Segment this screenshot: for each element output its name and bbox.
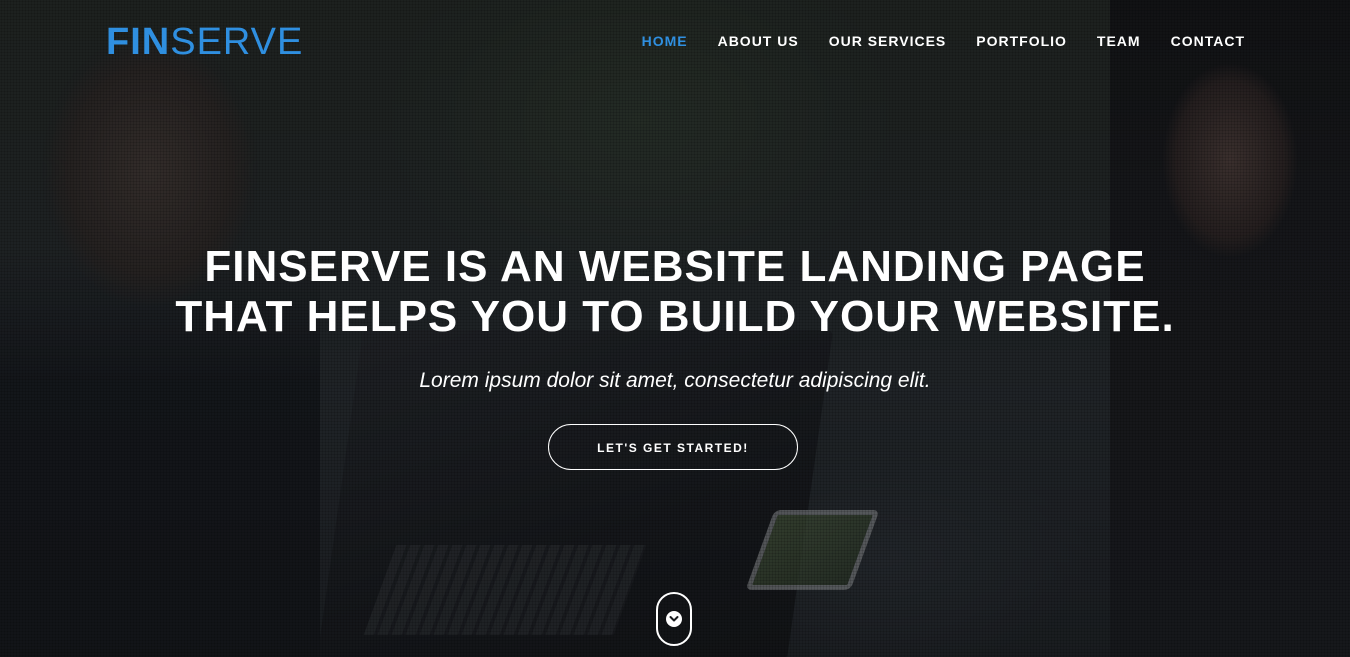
nav-item-about-us[interactable]: ABOUT US — [718, 31, 799, 51]
navbar: FINSERVE HOME ABOUT US OUR SERVICES PORT… — [0, 0, 1350, 84]
get-started-button[interactable]: LET'S GET STARTED! — [548, 424, 798, 470]
main-nav: HOME ABOUT US OUR SERVICES PORTFOLIO TEA… — [642, 31, 1245, 51]
hero-headline-line-1: FINSERVE IS AN WEBSITE LANDING PAGE — [204, 242, 1146, 291]
nav-item-our-services[interactable]: OUR SERVICES — [829, 31, 947, 51]
scroll-down-button[interactable] — [656, 592, 692, 646]
hero-subtitle: Lorem ipsum dolor sit amet, consectetur … — [419, 369, 931, 392]
logo-bold-text: FIN — [106, 21, 171, 63]
chevron-down-icon — [666, 611, 682, 627]
site-logo[interactable]: FINSERVE — [106, 22, 303, 62]
hero-headline: FINSERVE IS AN WEBSITE LANDING PAGE THAT… — [0, 242, 1350, 342]
nav-item-home[interactable]: HOME — [642, 31, 688, 51]
hero-headline-line-2: THAT HELPS YOU TO BUILD YOUR WEBSITE. — [175, 292, 1175, 341]
nav-item-team[interactable]: TEAM — [1097, 31, 1141, 51]
nav-item-portfolio[interactable]: PORTFOLIO — [976, 31, 1067, 51]
hero-section: FINSERVE HOME ABOUT US OUR SERVICES PORT… — [0, 0, 1350, 657]
nav-item-contact[interactable]: CONTACT — [1171, 31, 1245, 51]
logo-light-text: SERVE — [170, 21, 304, 63]
